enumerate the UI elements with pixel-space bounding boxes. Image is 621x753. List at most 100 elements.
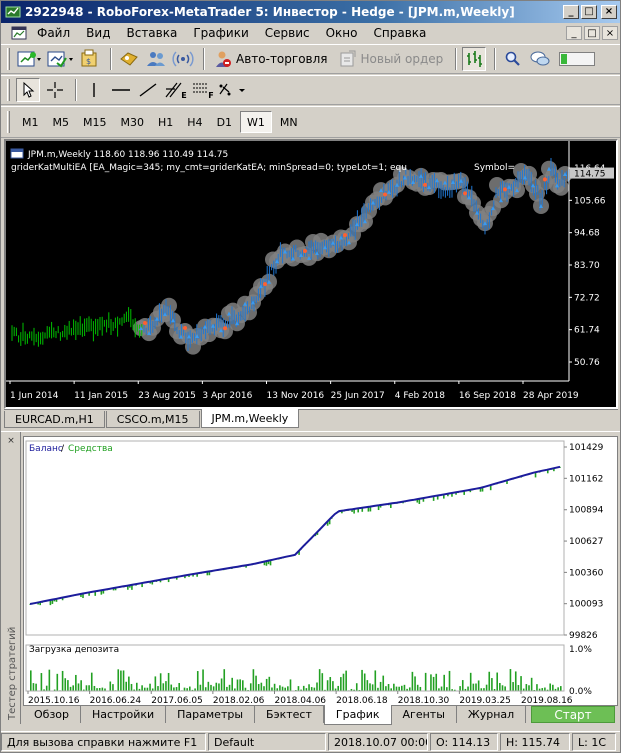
deposit-bar: [109, 681, 112, 691]
close-button[interactable]: ×: [601, 5, 617, 19]
fibonacci-letter: F: [208, 90, 214, 100]
vertical-line-tool[interactable]: [82, 78, 106, 102]
timeframe-d1[interactable]: D1: [211, 111, 238, 133]
deposit-bar: [281, 686, 284, 691]
zoom-button[interactable]: [501, 47, 525, 71]
timeframe-h1[interactable]: H1: [152, 111, 179, 133]
deposit-bar: [477, 680, 480, 691]
timeframe-m5[interactable]: M5: [47, 111, 76, 133]
timeframe-w1[interactable]: W1: [240, 111, 272, 133]
child-restore-button[interactable]: □: [584, 26, 600, 40]
tab-backtest[interactable]: Бэктест: [255, 705, 324, 723]
start-button[interactable]: Старт: [531, 706, 615, 723]
metatrader-app-icon: [5, 6, 21, 18]
maximize-button[interactable]: □: [581, 5, 597, 19]
tab-parameters[interactable]: Параметры: [166, 705, 256, 723]
menu-file[interactable]: Файл: [29, 26, 78, 40]
price-label: 105.66: [574, 196, 606, 206]
deposit-bar: [509, 669, 512, 691]
deposit-bar: [210, 684, 212, 691]
minimize-button[interactable]: _: [563, 5, 579, 19]
menu-view[interactable]: Вид: [78, 26, 118, 40]
new-order-button[interactable]: Новый ордер: [335, 47, 448, 71]
deposit-bar: [149, 683, 151, 691]
chart-tabs: EURCAD.m,H1 CSCO.m,M15 JPM.m,Weekly: [4, 409, 618, 428]
deposit-bar: [271, 687, 273, 691]
tester-close-icon[interactable]: ×: [5, 436, 17, 448]
menu-charts[interactable]: Графики: [185, 26, 256, 40]
tab-settings[interactable]: Настройки: [81, 705, 167, 723]
chat-button[interactable]: [528, 47, 552, 71]
child-close-button[interactable]: ×: [602, 26, 618, 40]
deposit-bar: [117, 669, 120, 691]
tester-graph[interactable]: Баланс / Средства Загрузка депозита 1014…: [23, 436, 618, 706]
child-minimize-button[interactable]: _: [566, 26, 582, 40]
deposit-bar: [520, 676, 522, 691]
price-chart[interactable]: JPM.m,Weekly 118.60 118.96 110.49 114.75…: [4, 139, 618, 409]
cursor-tool[interactable]: [16, 78, 40, 102]
tab-journal[interactable]: Журнал: [457, 705, 527, 723]
sell-marker: [463, 191, 467, 196]
deposit-bar: [345, 670, 347, 691]
deposit-bar: [501, 685, 504, 691]
crosshair-tool[interactable]: [43, 78, 67, 102]
menu-window[interactable]: Окно: [318, 26, 366, 40]
market-watch-button[interactable]: [117, 47, 141, 71]
data-window-icon: $: [81, 49, 97, 67]
crosshair-icon: [47, 82, 63, 98]
tab-agents[interactable]: Агенты: [392, 705, 457, 723]
data-window-button[interactable]: $: [78, 47, 102, 71]
menu-help[interactable]: Справка: [366, 26, 435, 40]
deposit-bar: [61, 670, 64, 691]
deposit-axis-label: 1.0%: [569, 645, 592, 655]
tab-graph[interactable]: График: [323, 705, 392, 725]
price-label: 83.70: [574, 261, 600, 271]
horizontal-line-tool[interactable]: [109, 78, 133, 102]
deposit-bar: [183, 687, 186, 691]
price-chart-canvas[interactable]: JPM.m,Weekly 118.60 118.96 110.49 114.75…: [6, 141, 616, 407]
status-bar: Для вызова справки нажмите F1 Default 20…: [1, 731, 620, 752]
deposit-bar: [199, 684, 202, 691]
navigator-button[interactable]: [144, 47, 168, 71]
deposit-bar: [72, 685, 74, 691]
new-chart-button[interactable]: [16, 47, 42, 71]
deposit-bar: [536, 684, 538, 691]
toolbar-grip-2[interactable]: [7, 79, 10, 101]
tab-eurcad[interactable]: EURCAD.m,H1: [4, 411, 105, 428]
timeframe-m15[interactable]: M15: [77, 111, 113, 133]
tester-graph-canvas[interactable]: Баланс / Средства Загрузка депозита 1014…: [24, 437, 617, 706]
deposit-bar: [416, 684, 419, 691]
bar-chart-toggle[interactable]: [462, 47, 487, 71]
date-label: 3 Apr 2016: [202, 391, 252, 401]
new-order-label: Новый ордер: [360, 52, 444, 66]
deposit-bar: [289, 679, 292, 691]
deposit-bar: [363, 673, 366, 691]
auto-trading-button[interactable]: Авто-торговля: [210, 47, 332, 71]
tab-csco[interactable]: CSCO.m,M15: [105, 411, 200, 428]
profiles-button[interactable]: [45, 47, 75, 71]
title-bar[interactable]: 2922948 - RoboForex-MetaTrader 5: Инвест…: [1, 1, 620, 23]
shapes-tool[interactable]: [217, 78, 249, 102]
timeframe-m1[interactable]: M1: [16, 111, 45, 133]
vertical-line-icon: [93, 83, 95, 97]
deposit-bar: [512, 682, 514, 691]
timeframe-m30[interactable]: M30: [115, 111, 151, 133]
chart-symbol-line: JPM.m,Weekly 118.60 118.96 110.49 114.75: [27, 150, 228, 160]
deposit-bar: [236, 679, 239, 691]
menu-tools[interactable]: Сервис: [257, 26, 318, 40]
trend-line-tool[interactable]: [136, 78, 160, 102]
toolbar-grip-3[interactable]: [7, 111, 10, 133]
deposit-bar: [355, 683, 358, 691]
timeframe-mn[interactable]: MN: [274, 111, 304, 133]
timeframe-h4[interactable]: H4: [181, 111, 208, 133]
cycle-lines-tool[interactable]: E: [163, 78, 187, 102]
deposit-bar: [475, 683, 477, 691]
tab-jpm[interactable]: JPM.m,Weekly: [200, 409, 300, 428]
signals-button[interactable]: [171, 47, 195, 71]
menu-insert[interactable]: Вставка: [118, 26, 185, 40]
toolbar-grip[interactable]: [7, 48, 10, 70]
deposit-bar: [239, 679, 241, 691]
tab-overview[interactable]: Обзор: [23, 705, 82, 723]
fibonacci-tool[interactable]: F: [190, 78, 214, 102]
deposit-bar: [178, 683, 180, 691]
